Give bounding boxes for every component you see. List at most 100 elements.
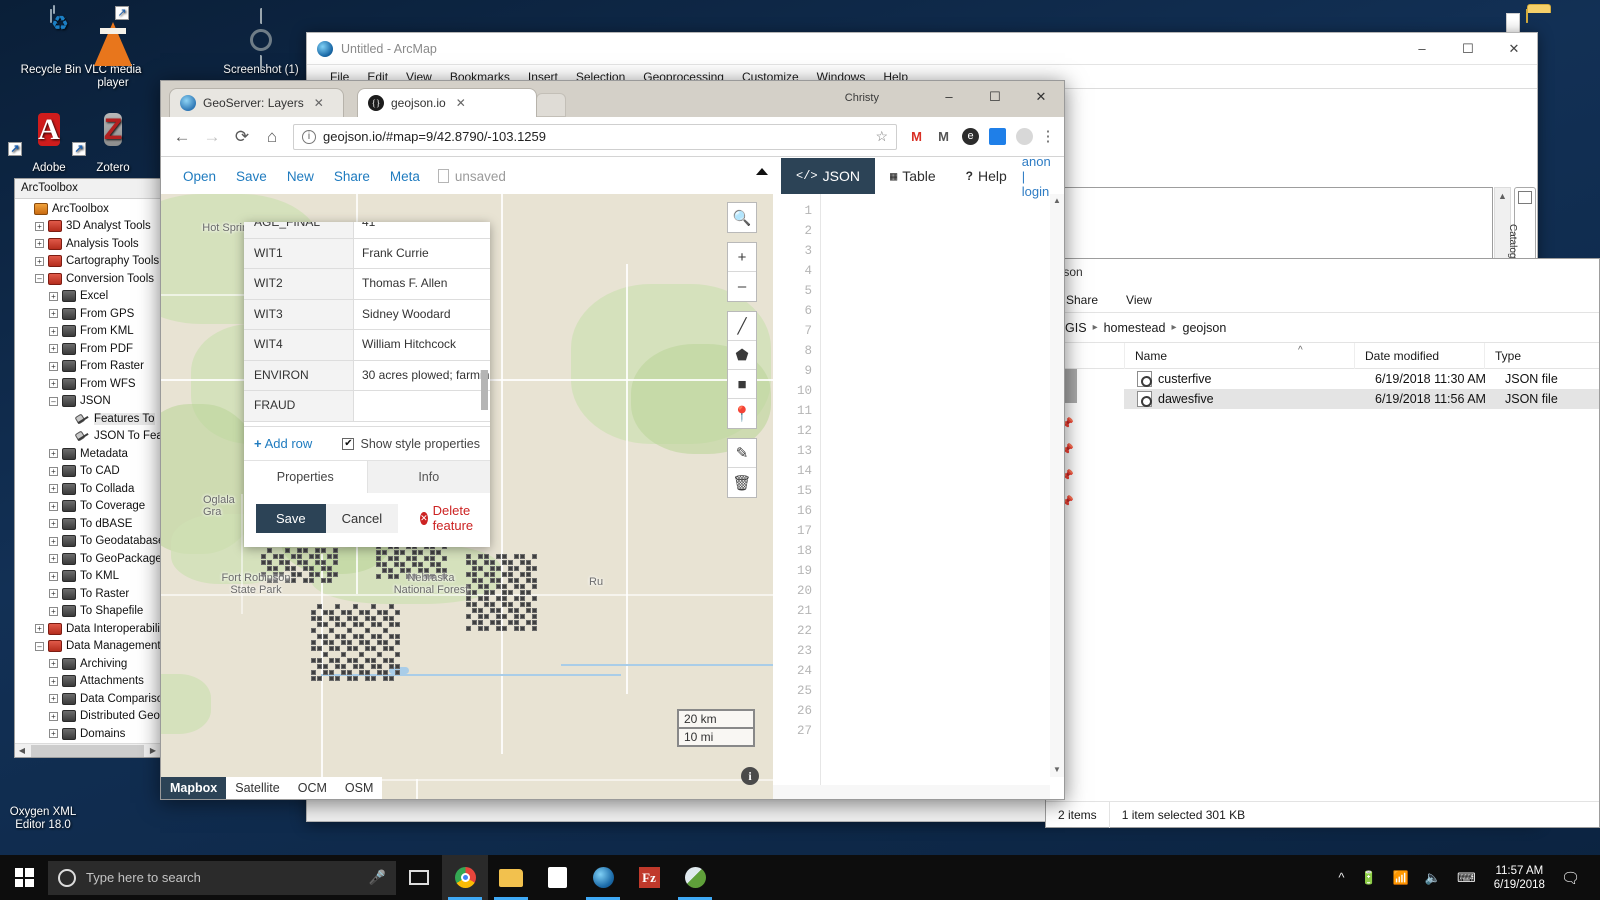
- homestead-claim-polygon[interactable]: [365, 640, 370, 645]
- toolbox-item[interactable]: +Attachments: [15, 673, 160, 691]
- toolbox-item[interactable]: +Data Compariso: [15, 690, 160, 708]
- homestead-claim-polygon[interactable]: [329, 646, 334, 651]
- homestead-claim-polygon[interactable]: [514, 614, 519, 619]
- homestead-claim-polygon[interactable]: [490, 608, 495, 613]
- homestead-claim-polygon[interactable]: [311, 676, 316, 681]
- homestead-claim-polygon[interactable]: [520, 560, 525, 565]
- homestead-claim-polygon[interactable]: [526, 572, 531, 577]
- chevron-up-icon[interactable]: ^: [1330, 870, 1352, 885]
- tab-properties[interactable]: Properties: [244, 461, 367, 493]
- homestead-claim-polygon[interactable]: [377, 652, 382, 657]
- homestead-claim-polygon[interactable]: [484, 596, 489, 601]
- notification-icon[interactable]: 🗨: [1555, 869, 1592, 887]
- reload-icon[interactable]: ⟳: [227, 122, 257, 152]
- homestead-claim-polygon[interactable]: [395, 622, 400, 627]
- expand-icon[interactable]: +: [49, 502, 58, 511]
- arctoolbox-panel[interactable]: ArcToolbox ArcToolbox+3D Analyst Tools+A…: [14, 178, 161, 758]
- homestead-claim-polygon[interactable]: [526, 578, 531, 583]
- homestead-claim-polygon[interactable]: [520, 584, 525, 589]
- column-header-type[interactable]: Type: [1484, 343, 1594, 369]
- desktop-icon-zotero[interactable]: Z↗ Zotero: [70, 108, 156, 175]
- homestead-claim-polygon[interactable]: [496, 566, 501, 571]
- homestead-claim-polygon[interactable]: [329, 616, 334, 621]
- homestead-claim-polygon[interactable]: [532, 584, 537, 589]
- homestead-claim-polygon[interactable]: [389, 622, 394, 627]
- homestead-claim-polygon[interactable]: [472, 560, 477, 565]
- arcmap-maximize-button[interactable]: ☐: [1445, 33, 1491, 65]
- address-bar-url[interactable]: geojson.io/#map=9/42.8790/-103.1259: [323, 129, 875, 144]
- homestead-claim-polygon[interactable]: [309, 566, 314, 571]
- back-icon[interactable]: ←: [167, 122, 197, 152]
- homestead-claim-polygon[interactable]: [532, 614, 537, 619]
- toolbox-item[interactable]: –Conversion Tools: [15, 270, 160, 288]
- map-attribution-icon[interactable]: i: [741, 767, 759, 785]
- homestead-claim-polygon[interactable]: [389, 634, 394, 639]
- homestead-claim-polygon[interactable]: [323, 634, 328, 639]
- wifi-icon[interactable]: 📶: [1385, 870, 1417, 886]
- homestead-claim-polygon[interactable]: [514, 554, 519, 559]
- property-value[interactable]: Thomas F. Allen: [354, 269, 490, 299]
- expand-icon[interactable]: +: [49, 309, 58, 318]
- homestead-claim-polygon[interactable]: [418, 550, 423, 555]
- homestead-claim-polygon[interactable]: [291, 566, 296, 571]
- homestead-claim-polygon[interactable]: [389, 646, 394, 651]
- homestead-claim-polygon[interactable]: [333, 554, 338, 559]
- expand-icon[interactable]: +: [35, 222, 44, 231]
- homestead-claim-polygon[interactable]: [490, 620, 495, 625]
- toolbox-item[interactable]: +From WFS: [15, 375, 160, 393]
- homestead-claim-polygon[interactable]: [502, 626, 507, 631]
- property-row[interactable]: ENVIRON30 acres plowed; farmin: [244, 361, 490, 392]
- homestead-claim-polygon[interactable]: [321, 548, 326, 553]
- homestead-claim-polygon[interactable]: [532, 566, 537, 571]
- zoom-in-button[interactable]: +: [728, 243, 756, 272]
- breadcrumb[interactable]: ▸ GIS ▸ homestead ▸ geojson: [1046, 313, 1599, 343]
- scrollbar-thumb[interactable]: [31, 745, 144, 757]
- homestead-claim-polygon[interactable]: [412, 556, 417, 561]
- homestead-claim-polygon[interactable]: [323, 664, 328, 669]
- new-tab-button[interactable]: [536, 93, 566, 117]
- editor-code-area[interactable]: [821, 194, 1064, 799]
- homestead-claim-polygon[interactable]: [490, 560, 495, 565]
- homestead-claim-polygon[interactable]: [329, 676, 334, 681]
- property-key[interactable]: WIT3: [244, 300, 354, 330]
- homestead-claim-polygon[interactable]: [532, 596, 537, 601]
- taskbar-geojson-icon[interactable]: [672, 855, 718, 900]
- homestead-claim-polygon[interactable]: [508, 560, 513, 565]
- homestead-claim-polygon[interactable]: [436, 550, 441, 555]
- homestead-claim-polygon[interactable]: [395, 610, 400, 615]
- homestead-claim-polygon[interactable]: [520, 572, 525, 577]
- homestead-claim-polygon[interactable]: [466, 602, 471, 607]
- expand-icon[interactable]: +: [49, 467, 58, 476]
- homestead-claim-polygon[interactable]: [371, 604, 376, 609]
- homestead-claim-polygon[interactable]: [430, 556, 435, 561]
- homestead-claim-polygon[interactable]: [353, 658, 358, 663]
- homestead-claim-polygon[interactable]: [532, 626, 537, 631]
- homestead-claim-polygon[interactable]: [376, 550, 381, 555]
- homestead-claim-polygon[interactable]: [317, 646, 322, 651]
- menu-new[interactable]: New: [277, 169, 324, 184]
- homestead-claim-polygon[interactable]: [347, 628, 352, 633]
- homestead-claim-polygon[interactable]: [502, 584, 507, 589]
- homestead-claim-polygon[interactable]: [303, 548, 308, 553]
- gmail-alt-icon[interactable]: M: [935, 128, 952, 145]
- close-tab-icon[interactable]: ✕: [314, 96, 324, 110]
- homestead-claim-polygon[interactable]: [297, 554, 302, 559]
- homestead-claim-polygon[interactable]: [484, 554, 489, 559]
- homestead-claim-polygon[interactable]: [508, 620, 513, 625]
- homestead-claim-polygon[interactable]: [496, 608, 501, 613]
- homestead-claim-polygon[interactable]: [365, 658, 370, 663]
- volume-icon[interactable]: 🔈: [1417, 870, 1449, 886]
- homestead-claim-polygon[interactable]: [478, 596, 483, 601]
- homestead-claim-polygon[interactable]: [514, 578, 519, 583]
- file-explorer-window[interactable]: ojson Share View ▸ GIS ▸ homestead ▸ geo…: [1045, 258, 1600, 828]
- draw-polygon-icon[interactable]: ⬟: [728, 341, 756, 370]
- homestead-claim-polygon[interactable]: [371, 616, 376, 621]
- homestead-claim-polygon[interactable]: [514, 566, 519, 571]
- homestead-claim-polygon[interactable]: [478, 620, 483, 625]
- collapse-icon[interactable]: –: [49, 397, 58, 406]
- browser-tab-geoserver[interactable]: GeoServer: Layers ✕: [169, 88, 344, 117]
- task-view-icon[interactable]: [396, 855, 442, 900]
- scroll-left-icon[interactable]: ◀: [15, 744, 29, 758]
- homestead-claim-polygon[interactable]: [466, 626, 471, 631]
- chrome-profile-name[interactable]: Christy: [845, 92, 879, 104]
